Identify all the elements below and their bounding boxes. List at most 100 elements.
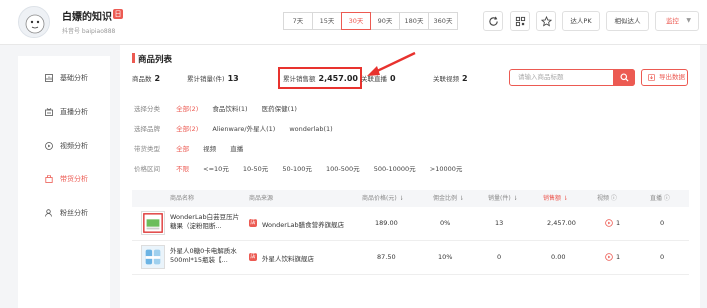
product-image-icon <box>143 213 163 233</box>
product-commission: 10% <box>438 253 453 261</box>
tab-360-days[interactable]: 360天 <box>428 12 458 30</box>
sidebar-item-label: 视频分析 <box>60 142 88 150</box>
search-icon <box>619 73 629 82</box>
compare-pk-button[interactable]: 达人PK <box>562 11 600 31</box>
table-row[interactable]: 外星人0糖0卡电解质水500ml*15瓶装【... 店 外星人饮料旗舰店 87.… <box>132 241 689 275</box>
sidebar-item-fans-analysis[interactable]: 粉丝分析 <box>18 203 110 223</box>
sidebar: 基础分析 直播分析 视频分析 带货分析 粉丝分析 <box>18 56 110 308</box>
tab-180-days[interactable]: 180天 <box>399 12 429 30</box>
export-icon <box>648 74 655 81</box>
product-live-count: 0 <box>660 219 665 227</box>
chart-icon <box>45 74 53 82</box>
title-accent-bar <box>132 53 135 63</box>
product-video-count[interactable]: 1 <box>605 253 620 261</box>
filter-option[interactable]: >10000元 <box>430 163 463 173</box>
col-video: 视频 ⓘ <box>597 195 617 202</box>
filter-option[interactable]: 不限 <box>176 163 189 173</box>
tab-7-days[interactable]: 7天 <box>283 12 313 30</box>
bag-icon <box>45 175 53 183</box>
shop-icon: 店 <box>249 219 257 227</box>
filter-option[interactable]: 食品饮料(1) <box>212 103 247 113</box>
filter-brand: 选择品牌 全部(2) Alienware/外星人(1) wonderlab(1) <box>134 123 333 133</box>
sidebar-item-video-analysis[interactable]: 视频分析 <box>18 136 110 156</box>
product-revenue: 2,457.00 <box>547 219 576 227</box>
stat-product-count: 商品数 2 <box>132 74 161 83</box>
favorite-button[interactable] <box>536 11 556 31</box>
refresh-button[interactable] <box>483 11 503 31</box>
search-button[interactable] <box>613 69 635 86</box>
product-sales: 0 <box>497 253 502 261</box>
page-title: 商品列表 <box>138 55 173 65</box>
star-icon <box>540 15 552 26</box>
export-data-button[interactable]: 导出数据 <box>641 69 688 86</box>
account-name: 白嫖的知识 <box>62 12 112 23</box>
sidebar-item-label: 粉丝分析 <box>60 209 88 217</box>
product-list-panel: 商品列表 商品数 2 累计销量(件) 13 累计销售额 2,457.00 关联直播 0 … <box>120 45 700 308</box>
sidebar-item-label: 带货分析 <box>60 175 88 183</box>
search-input[interactable]: 请输入商品标题 <box>518 70 564 85</box>
col-source: 商品来源 <box>249 195 274 202</box>
product-thumbnail[interactable] <box>141 245 165 269</box>
filter-option[interactable]: 50-100元 <box>282 163 312 173</box>
tab-90-days[interactable]: 90天 <box>370 12 400 30</box>
search-box[interactable]: 请输入商品标题 <box>509 69 635 86</box>
filter-option[interactable]: 视频 <box>203 143 216 153</box>
filter-category: 选择分类 全部(2) 食品饮料(1) 医药保健(1) <box>134 103 297 113</box>
filter-option[interactable]: 全部(2) <box>176 123 198 133</box>
sidebar-item-live-analysis[interactable]: 直播分析 <box>18 102 110 122</box>
col-live: 直播 ⓘ <box>650 195 670 202</box>
filter-option[interactable]: 直播 <box>230 143 243 153</box>
filter-option[interactable]: 10-50元 <box>243 163 268 173</box>
product-name[interactable]: WonderLab白芸豆压片糖果（淀粉阻断... <box>170 213 240 231</box>
filter-option[interactable]: 100-500元 <box>326 163 360 173</box>
filter-option[interactable]: 全部 <box>176 143 189 153</box>
video-play-icon <box>605 219 613 227</box>
product-revenue: 0.00 <box>551 253 566 261</box>
filter-option[interactable]: 医药保健(1) <box>262 103 297 113</box>
product-sales: 13 <box>495 219 504 227</box>
avatar[interactable] <box>18 6 50 38</box>
stat-related-video: 关联视频 2 <box>433 74 468 83</box>
product-name[interactable]: 外星人0糖0卡电解质水500ml*15瓶装【... <box>170 247 240 265</box>
chevron-down-icon: ▼ <box>686 17 691 24</box>
col-price[interactable]: 商品价格(元) ⇂ <box>362 190 404 207</box>
similar-creators-button[interactable]: 相似达人 <box>606 11 649 31</box>
filter-sales-type: 带货类型 全部 视频 直播 <box>134 143 244 153</box>
table-row[interactable]: WonderLab白芸豆压片糖果（淀粉阻断... 店 WonderLab膳食营养… <box>132 207 689 241</box>
qrcode-button[interactable] <box>510 11 530 31</box>
top-header: 白嫖的知识 日 抖音号 baipiao888 7天 15天 30天 90天 18… <box>0 0 707 45</box>
qrcode-icon <box>515 16 525 26</box>
product-source[interactable]: WonderLab膳食营养旗舰店 <box>262 219 344 229</box>
monitor-dropdown-label: 监控 <box>666 17 679 25</box>
col-revenue[interactable]: 销售额 ⇂ <box>543 190 568 207</box>
filter-price-range: 价格区间 不限 <=10元 10-50元 50-100元 100-500元 50… <box>134 163 463 173</box>
video-play-icon <box>605 253 613 261</box>
product-thumbnail[interactable] <box>141 211 165 235</box>
tab-15-days[interactable]: 15天 <box>312 12 342 30</box>
col-sales[interactable]: 销量(件) ⇂ <box>488 190 518 207</box>
table-header: 商品名称 商品来源 商品价格(元) ⇂ 佣金比例 ⇂ 销量(件) ⇂ 销售额 ⇂… <box>132 190 689 207</box>
filter-option[interactable]: 500-10000元 <box>374 163 416 173</box>
account-id: 抖音号 baipiao888 <box>62 28 116 35</box>
sidebar-item-label: 直播分析 <box>60 108 88 116</box>
day-range-tabs: 7天 15天 30天 90天 180天 360天 <box>283 12 458 30</box>
filter-option[interactable]: Alienware/外星人(1) <box>212 123 275 133</box>
shop-icon: 店 <box>249 253 257 261</box>
product-video-count[interactable]: 1 <box>605 219 620 227</box>
tab-30-days[interactable]: 30天 <box>341 12 371 30</box>
product-price: 189.00 <box>375 219 398 227</box>
product-source[interactable]: 外星人饮料旗舰店 <box>262 253 314 263</box>
account-badge: 日 <box>113 9 123 19</box>
filter-option[interactable]: <=10元 <box>203 163 229 173</box>
col-commission[interactable]: 佣金比例 ⇂ <box>433 190 464 207</box>
filter-option[interactable]: 全部(2) <box>176 103 198 113</box>
product-price: 87.50 <box>377 253 396 261</box>
monitor-dropdown[interactable]: 监控 ▼ <box>655 11 699 31</box>
filter-option[interactable]: wonderlab(1) <box>289 125 332 133</box>
sidebar-item-sales-analysis[interactable]: 带货分析 <box>18 169 110 189</box>
highlight-box <box>278 67 362 89</box>
live-icon <box>45 108 53 116</box>
stat-total-sales: 累计销量(件) 13 <box>187 74 239 83</box>
fans-icon <box>45 209 52 217</box>
sidebar-item-basic-analysis[interactable]: 基础分析 <box>18 68 110 88</box>
